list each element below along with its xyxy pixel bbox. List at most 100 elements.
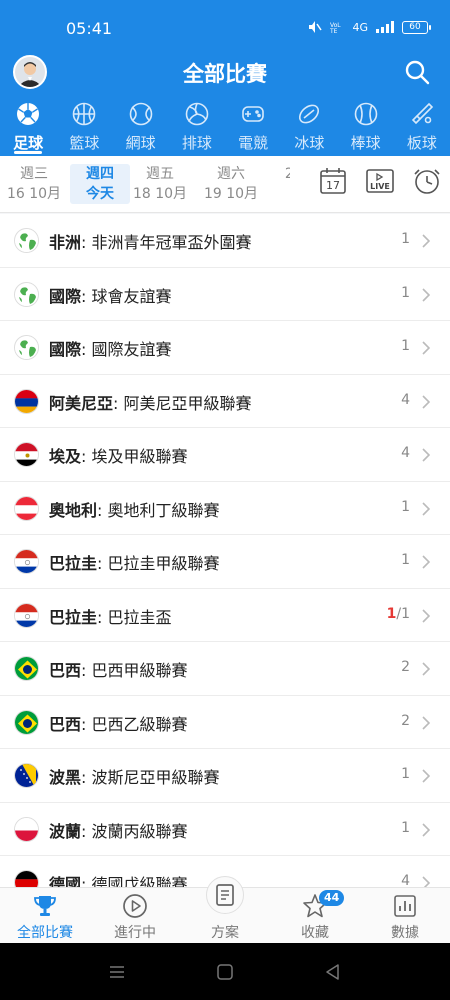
league-row[interactable]: 巴西: 巴西甲級聯賽 2 [0,642,450,696]
league-separator: : [81,447,92,466]
tab-label: 排球 [181,134,212,152]
league-name: 巴拉圭盃 [107,607,172,627]
league-row[interactable]: 波黑: 波斯尼亞甲級聯賽 1 [0,749,450,803]
date-day: 2( [284,166,290,182]
menu-icon[interactable] [108,963,126,981]
status-bar: 05:41 VoL TE 4G 60 [0,0,450,56]
tab-baseball[interactable]: 棒球 [338,100,394,156]
home-icon[interactable] [216,963,234,981]
nav-data[interactable]: 數據 [360,888,450,943]
trophy-icon [34,896,56,916]
live-tv-icon[interactable]: LIVE [365,166,395,196]
status-time: 05:41 [66,19,113,38]
league-row[interactable]: 國際: 球會友誼賽 1 [0,267,450,321]
league-row[interactable]: 巴拉圭: 巴拉圭甲級聯賽 1 [0,535,450,589]
svg-text:TE: TE [330,28,338,34]
date-item[interactable]: 週三 16 10月 [4,164,64,204]
volleyball-icon [185,102,209,126]
nav-plans[interactable]: 方案 [180,876,270,943]
tab-ice-hockey[interactable]: 冰球 [281,100,337,156]
tab-cricket[interactable]: 板球 [394,100,450,156]
live-count: 1 [386,605,397,622]
league-row[interactable]: 阿美尼亞: 阿美尼亞甲級聯賽 4 [0,374,450,428]
league-name: 巴拉圭甲級聯賽 [107,554,220,573]
tab-esports[interactable]: 電競 [225,100,281,156]
nav-favorites[interactable]: 44 收藏 [270,888,360,943]
paraguay-flag-icon [14,549,39,574]
date-item[interactable]: 週五 18 10月 [130,164,190,204]
date-strip: 週三 16 10月 週四 今天 週五 18 10月 週六 19 10月 2( [0,156,290,213]
league-title: 巴拉圭: 巴拉圭甲級聯賽 [49,550,220,574]
league-country: 國際 [49,340,82,359]
league-name: 巴西甲級聯賽 [91,661,188,680]
league-row[interactable]: 巴拉圭: 巴拉圭盃 1/1 [0,588,450,642]
league-row[interactable]: 巴西: 巴西乙級聯賽 2 [0,695,450,749]
date-item[interactable]: 2( [262,164,290,184]
league-row[interactable]: 國際: 國際友誼賽 1 [0,321,450,375]
calendar-icon[interactable]: 17 [318,166,348,196]
match-count: 2 [401,659,410,675]
league-row[interactable]: 奧地利: 奧地利丁級聯賽 1 [0,481,450,535]
chevron-right-icon [422,234,430,248]
bar-chart-icon [394,895,416,917]
tab-label: 棒球 [350,134,381,152]
system-nav-bar [0,943,450,1000]
total-count: 1 [401,284,410,301]
date-day: 今天 [86,186,114,202]
tab-volleyball[interactable]: 排球 [169,100,225,156]
date-weekday: 週五 [146,166,174,182]
match-count: 1 [401,338,410,354]
back-icon[interactable] [324,963,342,981]
date-item-today[interactable]: 週四 今天 [70,164,130,204]
league-country: 埃及 [49,447,82,466]
tab-basketball[interactable]: 籃球 [56,100,112,156]
league-separator: : [81,768,92,787]
league-name: 波蘭丙級聯賽 [91,821,188,841]
date-item[interactable]: 週六 19 10月 [201,164,261,204]
league-row[interactable]: 埃及: 埃及甲級聯賽 4 [0,428,450,482]
league-separator: : [81,821,92,841]
date-bar: 週三 16 10月 週四 今天 週五 18 10月 週六 19 10月 2( 1… [0,156,450,213]
tab-label: 冰球 [294,134,325,152]
league-country: 德國 [49,875,82,887]
league-country: 非洲 [49,233,82,252]
league-separator: : [97,554,108,573]
chevron-right-icon [422,341,430,355]
league-separator: : [81,233,92,252]
league-country: 波黑 [49,768,82,787]
search-icon[interactable] [404,59,430,85]
tab-soccer[interactable]: 足球 [0,100,56,156]
chevron-right-icon [422,394,430,409]
live-label: LIVE [370,182,390,191]
league-country: 巴拉圭 [49,607,98,627]
league-row[interactable]: 非洲: 非洲青年冠軍盃外圍賽 1 [0,214,450,268]
app-header: 05:41 VoL TE 4G 60 全部比賽 足球 籃球 網球 排球 電競 冰… [0,0,450,156]
total-count: 4 [401,873,410,887]
league-separator: : [81,286,92,306]
brazil-flag-icon [14,709,39,735]
nav-all-matches[interactable]: 全部比賽 [0,888,90,943]
league-title: 巴西: 巴西乙級聯賽 [49,711,188,735]
total-count: 1 [401,819,410,836]
gamepad-icon [242,106,264,122]
timer-icon[interactable] [412,166,442,196]
volte-icon: VoLTE [330,22,341,34]
austria-flag-icon [14,495,39,521]
chevron-right-icon [422,608,430,623]
chevron-right-icon [422,769,430,783]
match-count: 2 [401,713,410,729]
tab-tennis[interactable]: 網球 [113,100,169,156]
nav-in-progress[interactable]: 進行中 [90,888,180,943]
date-day: 18 10月 [132,186,188,202]
tab-label: 籃球 [69,134,100,152]
league-separator: : [81,875,92,887]
sport-tabs: 足球 籃球 網球 排球 電競 冰球 棒球 板球 [0,100,450,156]
league-title: 波蘭: 波蘭丙級聯賽 [49,818,188,842]
match-count: 4 [401,873,410,887]
league-row[interactable]: 波蘭: 波蘭丙級聯賽 1 [0,802,450,856]
chevron-right-icon [422,876,430,887]
chevron-right-icon [422,715,430,730]
league-separator: : [97,607,108,627]
soccer-icon [17,103,40,125]
nav-label: 全部比賽 [17,925,73,941]
